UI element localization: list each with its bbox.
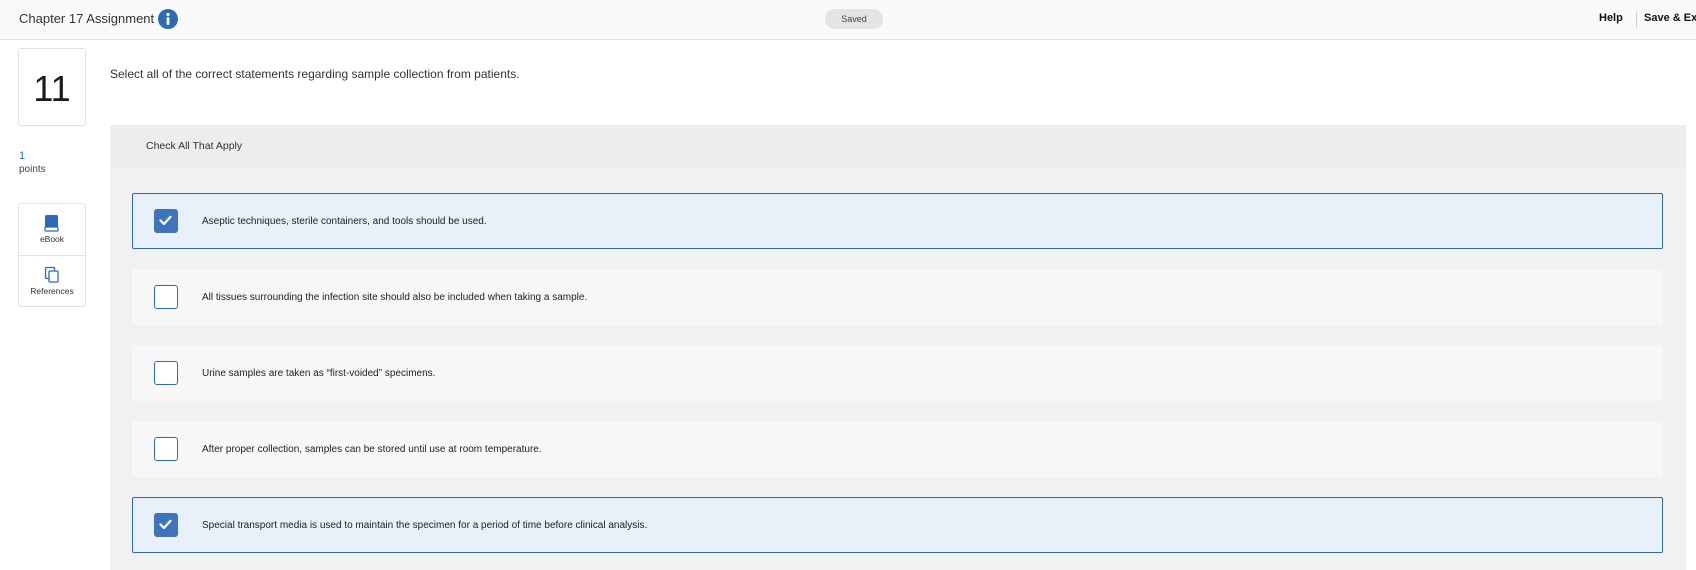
checkbox[interactable]: [154, 209, 178, 233]
book-icon: [44, 215, 59, 232]
info-icon[interactable]: [158, 9, 178, 29]
answer-option-4[interactable]: After proper collection, samples can be …: [132, 421, 1663, 477]
header-divider: [1636, 11, 1637, 28]
question-prompt: Select all of the correct statements reg…: [110, 67, 520, 81]
answer-option-text: Urine samples are taken as “first-voided…: [202, 368, 436, 379]
question-number: 11: [18, 48, 86, 126]
instruction-bar: Check All That Apply: [110, 125, 1686, 167]
resource-tools: eBook References: [18, 203, 86, 307]
top-bar: Chapter 17 Assignment Saved Help Save & …: [0, 0, 1696, 40]
answer-option-text: All tissues surrounding the infection si…: [202, 292, 588, 303]
help-link[interactable]: Help: [1599, 12, 1623, 24]
answer-option-text: Special transport media is used to maint…: [202, 520, 648, 531]
checkbox[interactable]: [154, 361, 178, 385]
copy-icon: [44, 266, 59, 283]
answer-option-5[interactable]: Special transport media is used to maint…: [132, 497, 1663, 553]
references-button[interactable]: References: [19, 256, 85, 307]
checkbox[interactable]: [154, 513, 178, 537]
ebook-label: eBook: [39, 234, 65, 244]
checkbox[interactable]: [154, 285, 178, 309]
answer-panel: Check All That Apply Aseptic techniques,…: [110, 125, 1686, 570]
answer-option-text: After proper collection, samples can be …: [202, 444, 542, 455]
ebook-button[interactable]: eBook: [19, 204, 85, 256]
points-value: 1: [19, 150, 26, 162]
answer-option-3[interactable]: Urine samples are taken as “first-voided…: [132, 345, 1663, 401]
points-label: points: [19, 164, 46, 175]
assignment-title: Chapter 17 Assignment: [19, 11, 155, 26]
checkmark-icon: [159, 215, 172, 226]
references-label: References: [30, 286, 74, 296]
answer-option-1[interactable]: Aseptic techniques, sterile containers, …: [132, 193, 1663, 249]
answer-option-text: Aseptic techniques, sterile containers, …: [202, 216, 487, 227]
answer-option-2[interactable]: All tissues surrounding the infection si…: [132, 269, 1663, 325]
checkmark-icon: [159, 519, 172, 530]
save-exit-link[interactable]: Save & Ex: [1644, 12, 1696, 24]
checkbox[interactable]: [154, 437, 178, 461]
saved-status-badge: Saved: [825, 9, 883, 29]
instruction-text: Check All That Apply: [146, 140, 243, 152]
